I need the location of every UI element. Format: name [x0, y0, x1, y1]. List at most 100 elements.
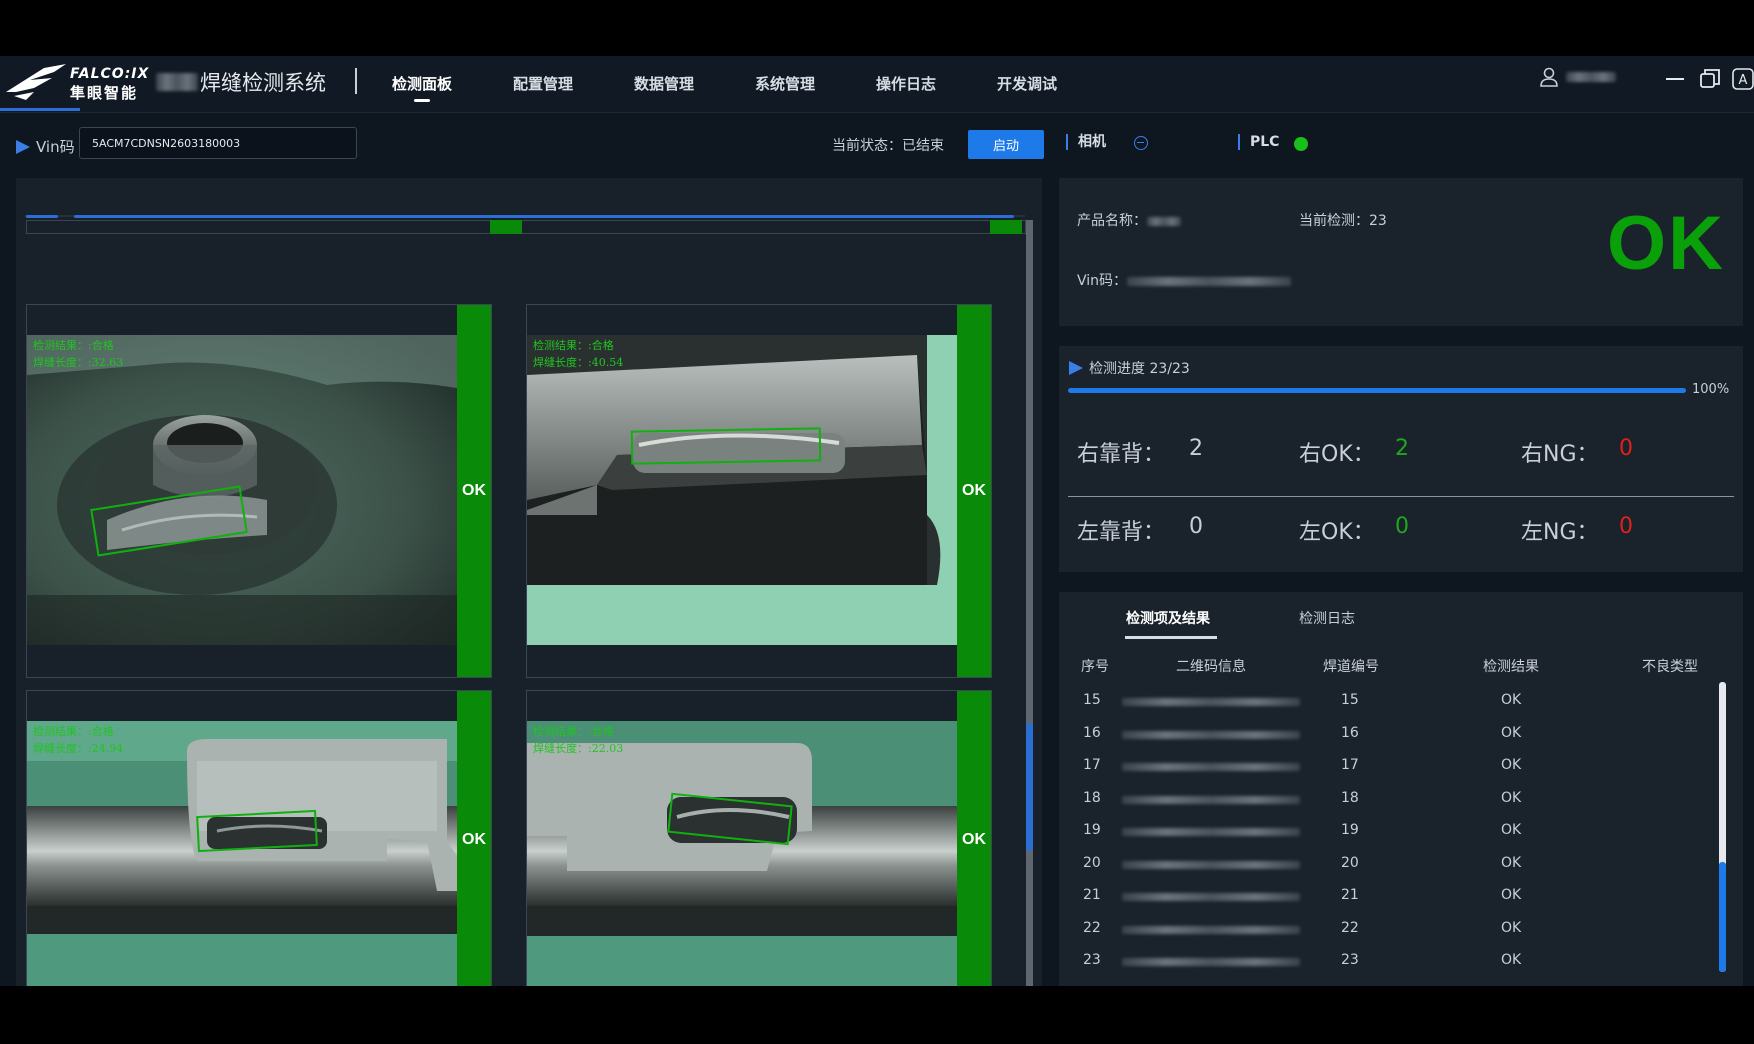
- weld-photo: [527, 721, 991, 986]
- left-ok-label: 左OK：: [1299, 520, 1375, 545]
- right-ng-stat: 右NG： 0: [1521, 436, 1633, 468]
- table-row[interactable]: 18 18 OK: [1059, 790, 1719, 822]
- inspection-cell[interactable]: 检测结果：:合格 焊缝长度：:24.94 OK: [26, 690, 492, 986]
- detection-box: [196, 809, 318, 853]
- redacted-qrcode: [1122, 795, 1300, 804]
- inspection-cell[interactable]: 检测结果：:合格 焊缝长度：:22.03 OK: [526, 690, 992, 986]
- cell-no: 16: [1083, 724, 1101, 741]
- left-ng-label: 左NG：: [1521, 520, 1599, 545]
- col-header-defect-type: 不良类型: [1642, 659, 1698, 675]
- svg-text:A: A: [1739, 73, 1748, 88]
- table-row[interactable]: 21 21 OK: [1059, 887, 1719, 919]
- redacted-qrcode: [1122, 958, 1300, 966]
- overlay-text: 检测结果：:合格 焊缝长度：:24.94: [33, 723, 123, 757]
- nav-item-system[interactable]: 系统管理: [755, 56, 876, 112]
- start-button[interactable]: 启动: [968, 130, 1044, 159]
- previous-row-ok-bar: [490, 220, 522, 234]
- overlay-text: 检测结果：:合格 焊缝长度：:40.54: [533, 337, 623, 371]
- vertical-scrollbar-thumb[interactable]: [1026, 723, 1033, 851]
- table-row[interactable]: 20 20 OK: [1059, 855, 1719, 887]
- tab-detect-log[interactable]: 检测日志: [1299, 608, 1355, 628]
- nav-item-devdebug[interactable]: 开发调试: [997, 56, 1118, 112]
- nav-item-dashboard[interactable]: 检测面板: [392, 56, 513, 112]
- camera-label: 相机: [1066, 134, 1106, 150]
- current-detection: 当前检测：23: [1299, 210, 1387, 230]
- results-tabs: 检测项及结果 检测日志: [1059, 592, 1739, 642]
- result-ok-label: OK: [962, 482, 986, 499]
- weld-photo: [27, 721, 491, 986]
- app-title-text: 焊缝检测系统: [200, 71, 326, 95]
- play-icon: [1069, 361, 1083, 375]
- current-detection-value: 23: [1369, 213, 1387, 229]
- redacted-vin: [1127, 276, 1292, 286]
- inspection-cell[interactable]: 检测结果：:合格 焊缝长度：:40.54 OK: [526, 304, 992, 678]
- overlay-result: 检测结果：:合格: [33, 339, 114, 352]
- redacted-qrcode: [1122, 925, 1300, 934]
- cell-no: 21: [1083, 887, 1101, 903]
- left-back-value: 0: [1189, 514, 1203, 539]
- progress-fill: [1068, 388, 1686, 393]
- weld-photo: [527, 335, 991, 645]
- cell-weld-no: 15: [1341, 692, 1359, 708]
- falcon-logo-icon: [6, 64, 66, 100]
- table-row[interactable]: 22 22 OK: [1059, 920, 1719, 952]
- plc-label: PLC: [1238, 134, 1279, 150]
- restore-icon[interactable]: [1695, 64, 1725, 94]
- horizontal-scrollbar-marker: [26, 215, 58, 218]
- minimize-icon[interactable]: [1660, 64, 1690, 94]
- result-ok-bar: OK: [457, 691, 491, 986]
- current-status: 当前状态：已结束: [832, 138, 944, 154]
- cell-weld-no: 23: [1341, 952, 1359, 968]
- nav-item-data[interactable]: 数据管理: [634, 56, 755, 112]
- left-back-label: 左靠背：: [1077, 520, 1166, 545]
- app-window: FALCO:IX 隼眼智能 焊缝检测系统 检测面板 配置管理 数据管理 系统管理…: [0, 56, 1754, 986]
- cell-weld-no: 22: [1341, 919, 1359, 936]
- letterbox-bottom: [0, 986, 1754, 1044]
- nav-item-oplog[interactable]: 操作日志: [876, 56, 997, 112]
- col-header-result: 检测结果: [1483, 659, 1539, 675]
- product-vin-label: Vin码：: [1077, 273, 1128, 289]
- brand-logo: FALCO:IX 隼眼智能: [0, 58, 150, 110]
- progress-label: 检测进度 23/23: [1069, 358, 1190, 378]
- product-info-panel: 产品名称： 当前检测：23 Vin码： OK: [1059, 178, 1743, 326]
- nav-item-config[interactable]: 配置管理: [513, 56, 634, 112]
- stats-divider: [1068, 496, 1734, 497]
- current-detection-label: 当前检测：: [1299, 213, 1369, 229]
- table-row[interactable]: 23 23 OK: [1059, 952, 1719, 984]
- overlay-length: 焊缝长度：:32.63: [33, 356, 124, 369]
- app-title: 焊缝检测系统: [156, 64, 326, 100]
- vin-input[interactable]: [79, 127, 357, 159]
- weld-image: 检测结果：:合格 焊缝长度：:40.54: [527, 335, 991, 645]
- result-ok-bar: OK: [957, 305, 991, 677]
- table-row[interactable]: 17 17 OK: [1059, 757, 1719, 789]
- cell-result: OK: [1501, 952, 1522, 968]
- result-ok-label: OK: [962, 831, 986, 848]
- result-ok-label: OK: [462, 831, 486, 848]
- cell-weld-no: 18: [1341, 789, 1359, 806]
- redacted-qrcode: [1122, 763, 1300, 771]
- progress-label-text: 检测进度 23/23: [1089, 361, 1190, 377]
- user-icon[interactable]: [1538, 66, 1560, 88]
- table-row[interactable]: 16 16 OK: [1059, 725, 1719, 757]
- previous-row-ok-bar: [990, 220, 1022, 234]
- translate-icon[interactable]: A: [1728, 64, 1754, 94]
- main-nav: 检测面板 配置管理 数据管理 系统管理 操作日志 开发调试: [392, 56, 1118, 112]
- tab-results[interactable]: 检测项及结果: [1126, 608, 1210, 628]
- overlay-text: 检测结果：:合格 焊缝长度：:22.03: [533, 723, 623, 757]
- right-ok-label: 右OK：: [1299, 442, 1375, 467]
- table-row[interactable]: 15 15 OK: [1059, 692, 1719, 724]
- right-ng-label: 右NG：: [1521, 442, 1599, 467]
- cell-no: 19: [1083, 822, 1101, 838]
- table-scrollbar-thumb[interactable]: [1719, 862, 1726, 972]
- right-ok-stat: 右OK： 2: [1299, 436, 1409, 468]
- cell-weld-no: 17: [1341, 757, 1359, 773]
- inspection-cell[interactable]: 检测结果：:合格 焊缝长度：:32.63 OK: [26, 304, 492, 678]
- right-ok-value: 2: [1395, 436, 1409, 461]
- redacted-qrcode: [1122, 893, 1300, 901]
- horizontal-scrollbar-thumb[interactable]: [74, 215, 1014, 218]
- table-row[interactable]: 19 19 OK: [1059, 822, 1719, 854]
- vin-label: Vin码: [16, 136, 75, 157]
- left-ng-stat: 左NG： 0: [1521, 514, 1633, 546]
- letterbox-top: [0, 0, 1754, 56]
- cell-no: 20: [1083, 854, 1101, 871]
